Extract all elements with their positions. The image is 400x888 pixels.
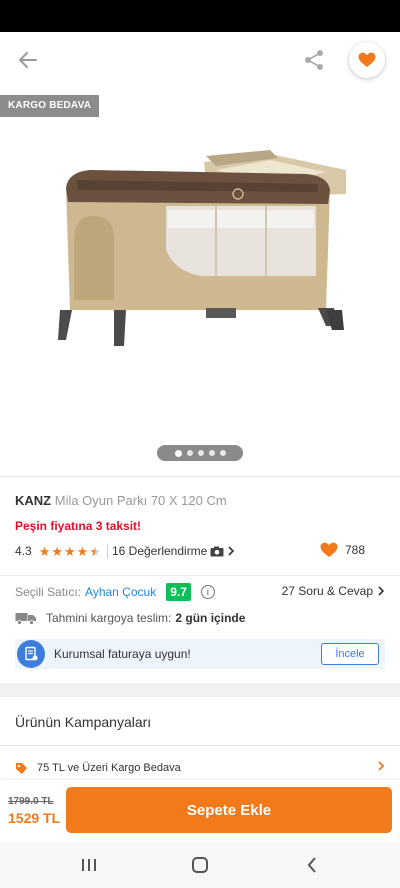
recent-apps-icon xyxy=(82,859,96,871)
status-bar xyxy=(0,0,400,32)
reviews-link[interactable]: 16 Değerlendirme xyxy=(112,544,235,558)
seller-score-badge: 9.7 xyxy=(166,583,191,601)
favorite-count[interactable]: 788 xyxy=(320,542,365,558)
add-to-cart-button[interactable]: Sepete Ekle xyxy=(66,787,392,833)
delivery-row: Tahmini kargoya teslim: 2 gün içinde xyxy=(15,611,245,625)
divider xyxy=(0,575,400,576)
heart-icon xyxy=(320,542,338,557)
product-brand[interactable]: KANZ xyxy=(15,493,51,508)
camera-icon xyxy=(210,546,224,556)
system-navigation-bar xyxy=(0,842,400,888)
gallery-pagination[interactable] xyxy=(157,445,243,461)
pagination-dot[interactable] xyxy=(219,450,226,456)
chevron-right-icon xyxy=(378,761,385,771)
rating-row: 4.3 ★ ★ ★ ★ ★ 16 Değerlendirme 788 xyxy=(15,542,385,560)
divider xyxy=(0,745,400,746)
separator xyxy=(106,544,108,558)
corporate-invoice-banner: Kurumsal faturaya uygun! İncele xyxy=(15,639,385,669)
top-app-bar xyxy=(0,32,400,88)
campaigns-section: Ürünün Kampanyaları 75 TL ve Üzeri Kargo… xyxy=(0,697,400,787)
system-back-button[interactable] xyxy=(300,854,324,876)
recent-apps-button[interactable] xyxy=(77,854,101,876)
product-info: KANZ Mila Oyun Parkı 70 X 120 Cm Peşin f… xyxy=(0,477,400,683)
home-button[interactable] xyxy=(188,854,212,876)
favorite-button[interactable] xyxy=(349,42,385,78)
star-icon: ★ xyxy=(64,543,76,559)
section-gap xyxy=(0,683,400,697)
current-price: 1529 TL xyxy=(8,810,61,826)
old-price: 1799.0 TL xyxy=(8,796,54,807)
star-icon: ★ xyxy=(51,543,63,559)
star-icon: ★ xyxy=(38,543,51,559)
truck-icon xyxy=(15,613,36,625)
pagination-dot[interactable] xyxy=(174,449,182,457)
heart-icon xyxy=(358,52,376,67)
installment-text: Peşin fiyatına 3 taksit! xyxy=(15,519,142,533)
product-image[interactable] xyxy=(56,150,346,360)
campaigns-title: Ürünün Kampanyaları xyxy=(15,714,152,730)
inspect-button[interactable]: İncele xyxy=(321,643,379,665)
rating-stars: ★ ★ ★ ★ ★ xyxy=(39,545,101,558)
half-star-icon: ★ xyxy=(89,543,101,559)
campaign-item[interactable]: 75 TL ve Üzeri Kargo Bedava xyxy=(15,760,385,776)
home-icon xyxy=(192,857,208,873)
free-shipping-badge: KARGO BEDAVA xyxy=(0,95,100,117)
invoice-icon xyxy=(17,640,45,668)
seller-label: Seçili Satıcı: xyxy=(15,585,82,599)
arrow-left-icon xyxy=(19,52,37,68)
qa-link-label: 27 Soru & Cevap xyxy=(281,584,373,598)
chevron-left-icon xyxy=(307,857,316,873)
favorite-count-value: 788 xyxy=(344,543,365,557)
delivery-value: 2 gün içinde xyxy=(175,611,246,625)
product-gallery[interactable]: KARGO BEDAVA xyxy=(0,88,400,476)
pagination-dot[interactable] xyxy=(186,450,193,456)
product-title: KANZ Mila Oyun Parkı 70 X 120 Cm xyxy=(15,493,227,508)
invoice-text: Kurumsal faturaya uygun! xyxy=(54,647,191,661)
share-icon xyxy=(305,50,323,70)
chevron-right-icon xyxy=(378,586,385,596)
reviews-count: 16 Değerlendirme xyxy=(111,544,208,558)
delivery-label: Tahmini kargoya teslim: xyxy=(46,611,172,625)
seller-row: Seçili Satıcı: Ayhan Çocuk 9.7 i 27 Soru… xyxy=(15,582,385,602)
campaign-label: 75 TL ve Üzeri Kargo Bedava xyxy=(37,762,181,774)
star-icon: ★ xyxy=(76,543,89,559)
product-name: Mila Oyun Parkı 70 X 120 Cm xyxy=(54,493,227,508)
qa-link[interactable]: 27 Soru & Cevap xyxy=(282,584,385,598)
tag-icon xyxy=(16,762,27,774)
seller-name-link[interactable]: Ayhan Çocuk xyxy=(85,585,156,599)
pagination-dot[interactable] xyxy=(197,450,204,456)
info-icon[interactable]: i xyxy=(200,585,215,599)
chevron-right-icon xyxy=(228,546,235,556)
pagination-dot[interactable] xyxy=(208,450,215,456)
cart-bar: 1799.0 TL 1529 TL Sepete Ekle xyxy=(0,780,400,842)
rating-value: 4.3 xyxy=(15,544,32,558)
share-button[interactable] xyxy=(300,46,328,74)
back-button[interactable] xyxy=(14,46,42,74)
